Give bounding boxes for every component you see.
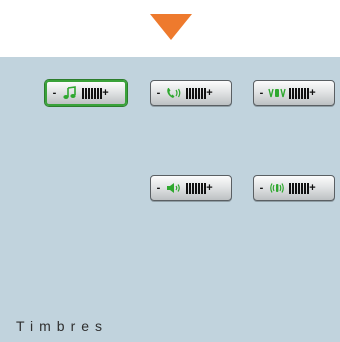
- screen-title: Timbres: [16, 318, 109, 334]
- volume-level-bars: [186, 87, 206, 99]
- increase-button[interactable]: +: [206, 87, 213, 99]
- decrease-button[interactable]: -: [258, 182, 265, 194]
- vibrate-icon: [265, 85, 289, 101]
- increase-button[interactable]: +: [102, 87, 109, 99]
- ringer-volume-control[interactable]: - +: [150, 80, 232, 106]
- triangle-down-icon[interactable]: [150, 14, 192, 40]
- phone-ring-icon: [162, 85, 186, 101]
- music-note-icon: [58, 85, 82, 101]
- speaker-volume-control[interactable]: - +: [150, 175, 232, 201]
- music-volume-control[interactable]: - +: [45, 80, 127, 106]
- volume-level-bars: [82, 87, 102, 99]
- decrease-button[interactable]: -: [155, 182, 162, 194]
- volume-level-bars: [289, 87, 309, 99]
- sound-waves-volume-control[interactable]: - +: [253, 175, 335, 201]
- decrease-button[interactable]: -: [155, 87, 162, 99]
- decrease-button[interactable]: -: [51, 87, 58, 99]
- ringtone-volume-screen: - + - + - + - + - + Timbres: [0, 0, 340, 342]
- volume-level-bars: [186, 182, 206, 194]
- increase-button[interactable]: +: [206, 182, 213, 194]
- sound-waves-icon: [265, 180, 289, 196]
- volume-level-bars: [289, 182, 309, 194]
- decrease-button[interactable]: -: [258, 87, 265, 99]
- vibrate-volume-control[interactable]: - +: [253, 80, 335, 106]
- increase-button[interactable]: +: [309, 87, 316, 99]
- increase-button[interactable]: +: [309, 182, 316, 194]
- speaker-icon: [162, 180, 186, 196]
